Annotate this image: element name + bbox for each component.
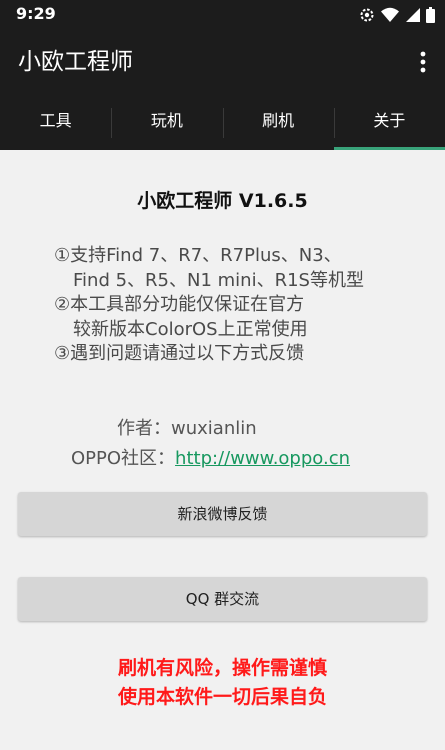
feature-list: ①支持Find 7、R7、R7Plus、N3、 Find 5、R5、N1 min… (54, 244, 434, 367)
feature-line: Find 5、R5、N1 mini、R1S等机型 (73, 269, 364, 291)
tab-flash[interactable]: 刷机 (222, 96, 334, 150)
battery-icon (426, 7, 435, 23)
tab-tools[interactable]: 工具 (0, 96, 111, 150)
about-title: 小欧工程师 V1.6.5 (137, 190, 308, 212)
status-icons (359, 6, 435, 24)
warning-line: 刷机有风险，操作需谨慎 (117, 657, 327, 679)
feature-line: ①支持Find 7、R7、R7Plus、N3、 (54, 245, 342, 266)
wifi-icon (381, 7, 399, 23)
qq-group-button[interactable]: QQ 群交流 (18, 577, 427, 621)
tab-about[interactable]: 关于 (333, 96, 445, 150)
app-bar: 小欧工程师 (0, 30, 445, 96)
status-time: 9:29 (16, 4, 56, 23)
signal-icon (405, 7, 420, 23)
more-vert-icon[interactable] (415, 50, 431, 74)
gear-icon (359, 7, 375, 23)
community-label: OPPO社区： (71, 448, 176, 469)
warning-line: 使用本软件一切后果自负 (117, 686, 327, 708)
author-name: wuxianlin (171, 418, 257, 439)
feature-line: 较新版本ColorOS上正常使用 (73, 318, 308, 340)
community-link[interactable]: http://www.oppo.cn (175, 448, 350, 469)
app-title: 小欧工程师 (18, 49, 133, 75)
community-line: OPPO社区：http://www.oppo.cn (71, 447, 350, 471)
feature-line: ③遇到问题请通过以下方式反馈 (54, 343, 305, 364)
weibo-feedback-button[interactable]: 新浪微博反馈 (18, 492, 427, 536)
author-line: 作者：wuxianlin (117, 417, 257, 441)
author-label: 作者： (117, 418, 171, 439)
risk-warning: 刷机有风险，操作需谨慎 使用本软件一切后果自负 (0, 654, 445, 712)
tab-play[interactable]: 玩机 (111, 96, 222, 150)
screen: 9:29 小欧工程师 工具 玩机 刷机 关于 小欧工程师 V1.6.5 ①支持F… (0, 0, 445, 750)
tab-bar: 工具 玩机 刷机 关于 (0, 96, 445, 150)
status-bar: 9:29 (0, 0, 445, 30)
feature-line: ②本工具部分功能仅保证在官方 (54, 294, 305, 315)
